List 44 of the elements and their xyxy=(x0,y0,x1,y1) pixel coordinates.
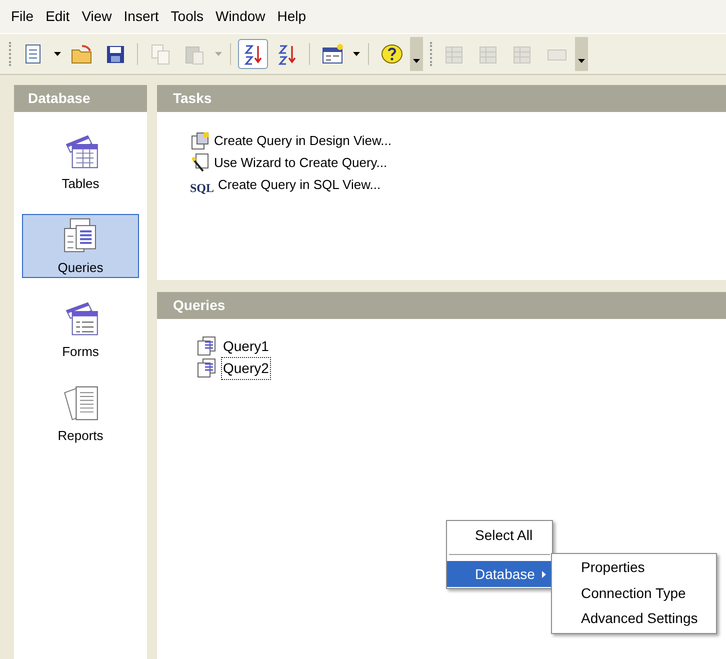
wand-icon xyxy=(190,153,210,173)
panel-title: Database xyxy=(14,85,147,112)
query-item[interactable]: Query2 xyxy=(221,356,271,380)
overflow-button[interactable] xyxy=(410,37,423,71)
task-link[interactable]: Use Wizard to Create Query... xyxy=(214,153,388,173)
sidebar-item[interactable]: Forms xyxy=(22,298,139,362)
toolbar-button[interactable] xyxy=(238,39,268,69)
copy-icon xyxy=(148,42,172,66)
menu-item[interactable]: File xyxy=(6,4,39,29)
sidebar-item[interactable]: Tables xyxy=(22,130,139,194)
panel-title: Tasks xyxy=(157,85,726,112)
menu-item[interactable]: Insert xyxy=(118,4,164,29)
sidebar-item[interactable]: Reports xyxy=(22,382,139,446)
menu-item[interactable]: Window xyxy=(210,4,270,29)
query-item[interactable]: Query1 xyxy=(221,334,271,358)
caret-icon xyxy=(214,52,222,56)
caret-icon xyxy=(54,52,60,56)
menu-item[interactable]: Advanced Settings xyxy=(552,606,716,632)
menu-item[interactable]: Tools xyxy=(166,4,208,29)
caret-icon xyxy=(578,59,585,63)
sidebar-item[interactable]: Queries xyxy=(22,214,139,278)
sort-ascending-icon xyxy=(242,42,264,66)
query-icon xyxy=(197,358,217,378)
sql-label: SQL xyxy=(190,180,214,194)
menu-item[interactable]: Connection Type xyxy=(552,580,716,606)
submenu-arrow-icon xyxy=(542,570,546,578)
overflow-button[interactable] xyxy=(575,37,588,71)
menu-item[interactable]: Database xyxy=(447,561,552,587)
task-link[interactable]: Create Query in Design View... xyxy=(214,131,392,151)
help-icon xyxy=(380,42,402,66)
menu-item[interactable]: Help xyxy=(272,4,312,29)
sort-descending-icon xyxy=(276,42,298,66)
menu-item[interactable]: View xyxy=(76,4,117,29)
menu-item[interactable]: Edit xyxy=(40,4,75,29)
caret-icon xyxy=(413,59,420,63)
caret-icon xyxy=(352,52,360,56)
menu-item[interactable]: Properties xyxy=(552,555,716,580)
query-icon xyxy=(197,336,217,356)
menu-item[interactable]: Select All xyxy=(447,522,552,548)
task-link[interactable]: Create Query in SQL View... xyxy=(218,175,381,195)
folder-icon xyxy=(70,42,92,66)
form-icon xyxy=(320,42,344,66)
panel-title: Queries xyxy=(157,292,726,319)
query-design-icon xyxy=(190,131,210,151)
